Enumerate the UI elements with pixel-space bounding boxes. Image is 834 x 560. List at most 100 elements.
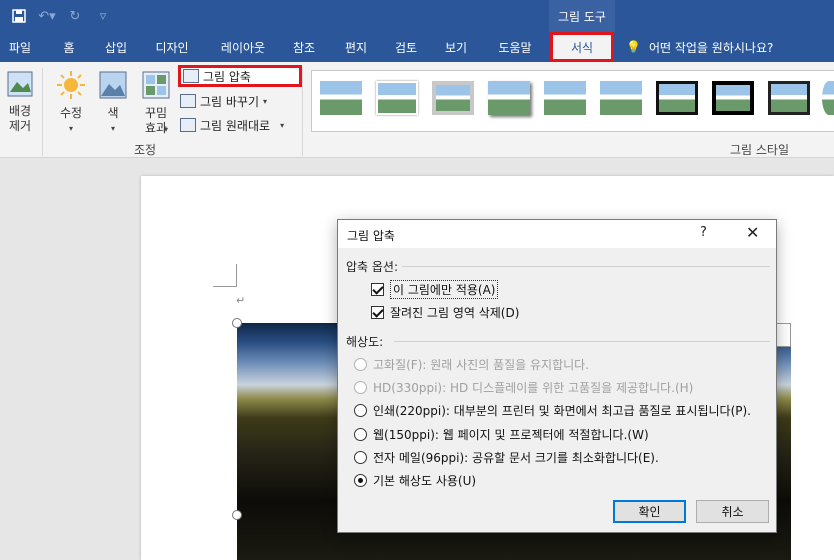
radio-default-resolution-label: 기본 해상도 사용(U) <box>373 474 477 488</box>
lightbulb-icon: 💡 <box>626 40 641 54</box>
tab-references[interactable]: 참조 <box>284 32 324 62</box>
compress-pictures-button[interactable]: 그림 압축 <box>178 65 302 87</box>
resize-handle[interactable] <box>232 510 242 520</box>
resize-handle[interactable] <box>232 318 242 328</box>
radio-icon <box>354 381 367 394</box>
customize-qat-icon[interactable]: ▿ <box>92 6 114 26</box>
help-button[interactable]: ? <box>700 225 707 240</box>
ribbon: 배경 제거 수정 ▾ 색 ▾ 꾸밈 효과 ▾ 그림 압축 그림 바꾸기 ▾ 그림… <box>0 62 834 158</box>
margin-mark <box>236 264 237 287</box>
paragraph-mark-icon: ↵ <box>236 294 246 307</box>
chevron-down-icon: ▾ <box>263 96 268 106</box>
resolution-label: 해상도: <box>346 335 384 349</box>
picture-style-4[interactable] <box>488 81 530 115</box>
radio-email-96-label: 전자 메일(96ppi): 공유할 문서 크기를 최소화합니다(E). <box>373 451 659 465</box>
compress-options-label: 압축 옵션: <box>346 260 399 274</box>
dialog-title: 그림 압축 <box>347 229 395 243</box>
save-icon[interactable] <box>8 6 30 26</box>
corrections-button[interactable]: 수정 ▾ <box>52 70 90 136</box>
artistic-effects-button[interactable]: 꾸밈 효과 <box>136 70 176 136</box>
picture-style-7[interactable] <box>656 81 698 115</box>
tell-me-text: 어떤 작업을 원하시나요? <box>648 40 774 55</box>
tab-view[interactable]: 보기 <box>436 32 476 62</box>
radio-icon <box>354 404 367 417</box>
radio-high-fidelity[interactable]: 고화질(F): 원래 사진의 품질을 유지합니다. <box>354 356 589 373</box>
close-icon[interactable]: ✕ <box>746 223 759 242</box>
compress-pictures-icon <box>183 69 199 83</box>
color-picture-icon <box>96 70 130 104</box>
picture-style-6[interactable] <box>600 81 642 115</box>
radio-hd-330-label: HD(330ppi): HD 디스플레이를 위한 고품질을 제공합니다.(H) <box>373 381 694 395</box>
chevron-down-icon: ▾ <box>280 120 285 130</box>
ribbon-tabs: 파일 홈 삽입 디자인 레이아웃 참조 편지 검토 보기 도움말 서식 💡 어떤… <box>0 32 834 62</box>
tab-insert[interactable]: 삽입 <box>96 32 136 62</box>
delete-cropped-label: 잘려진 그림 영역 삭제(D) <box>390 306 520 320</box>
radio-default-resolution[interactable]: 기본 해상도 사용(U) <box>354 472 476 489</box>
picture-style-3[interactable] <box>432 81 474 115</box>
radio-icon <box>354 451 367 464</box>
picture-style-5[interactable] <box>544 81 586 115</box>
picture-styles-gallery <box>311 70 834 132</box>
tab-format[interactable]: 서식 <box>550 32 614 62</box>
radio-selected-icon <box>354 474 367 487</box>
adjust-group-label: 조정 <box>134 143 157 157</box>
dialog-title-bar: 그림 압축 ? ✕ <box>338 220 776 248</box>
radio-print-220-label: 인쇄(220ppi): 대부분의 프린터 및 화면에서 최고급 품질로 표시됩니… <box>373 404 751 418</box>
color-button[interactable]: 색 ▾ <box>96 70 130 136</box>
change-picture-icon <box>180 94 196 108</box>
color-label: 색 <box>107 106 119 120</box>
radio-icon <box>354 358 367 371</box>
radio-icon <box>354 428 367 441</box>
picture-style-9[interactable] <box>768 81 810 115</box>
undo-icon[interactable]: ↶▾ <box>36 6 58 26</box>
reset-picture-button[interactable]: 그림 원래대로 ▾ <box>178 114 284 136</box>
redo-icon[interactable]: ↻ <box>64 6 86 26</box>
cancel-button[interactable]: 취소 <box>696 500 769 523</box>
compress-pictures-label: 그림 압축 <box>203 69 251 84</box>
tab-file[interactable]: 파일 <box>0 32 40 62</box>
margin-mark <box>213 286 237 287</box>
tab-review[interactable]: 검토 <box>386 32 426 62</box>
tell-me-box[interactable]: 💡 어떤 작업을 원하시나요? <box>626 32 773 62</box>
radio-email-96[interactable]: 전자 메일(96ppi): 공유할 문서 크기를 최소화합니다(E). <box>354 449 659 466</box>
corrections-label: 수정 <box>59 106 83 120</box>
chevron-down-icon: ▾ <box>164 125 169 134</box>
chevron-down-icon: ▾ <box>110 124 115 133</box>
picture-style-1[interactable] <box>320 81 362 115</box>
picture-style-2[interactable] <box>376 81 418 115</box>
title-bar: ↶▾ ↻ ▿ 그림 도구 <box>0 0 834 32</box>
apply-only-this-label: 이 그림에만 적용(A) <box>390 280 499 299</box>
remove-background-label: 배경 제거 <box>8 104 32 133</box>
change-picture-button[interactable]: 그림 바꾸기 ▾ <box>178 90 267 112</box>
sun-icon <box>52 70 90 104</box>
reset-picture-label: 그림 원래대로 <box>200 118 271 133</box>
divider <box>402 266 770 267</box>
radio-print-220[interactable]: 인쇄(220ppi): 대부분의 프린터 및 화면에서 최고급 품질로 표시됩니… <box>354 402 751 419</box>
tab-mailings[interactable]: 편지 <box>336 32 376 62</box>
artistic-effects-label: 꾸밈 효과 <box>144 106 168 135</box>
apply-only-this-checkbox[interactable]: 이 그림에만 적용(A) <box>371 280 499 299</box>
compress-pictures-dialog: 그림 압축 ? ✕ 압축 옵션: 이 그림에만 적용(A) 잘려진 그림 영역 … <box>337 219 777 533</box>
ok-button[interactable]: 확인 <box>613 500 686 523</box>
quick-access-toolbar: ↶▾ ↻ ▿ <box>8 6 114 26</box>
artistic-effects-icon <box>136 70 176 104</box>
reset-picture-icon <box>180 118 196 132</box>
delete-cropped-checkbox[interactable]: 잘려진 그림 영역 삭제(D) <box>371 304 519 321</box>
checkbox-checked-icon <box>371 283 384 296</box>
divider <box>394 341 770 342</box>
tab-layout[interactable]: 레이아웃 <box>210 32 276 62</box>
change-picture-label: 그림 바꾸기 <box>200 94 260 109</box>
picture-styles-group-label: 그림 스타일 <box>730 143 790 157</box>
checkbox-checked-icon <box>371 306 384 319</box>
radio-hd-330[interactable]: HD(330ppi): HD 디스플레이를 위한 고품질을 제공합니다.(H) <box>354 379 693 396</box>
picture-style-10[interactable] <box>822 81 834 115</box>
tab-help[interactable]: 도움말 <box>488 32 542 62</box>
remove-background-button[interactable]: 배경 제거 <box>2 70 38 134</box>
picture-style-8[interactable] <box>712 81 754 115</box>
remove-background-icon <box>2 70 38 102</box>
picture-tools-context-title: 그림 도구 <box>549 0 615 32</box>
tab-home[interactable]: 홈 <box>52 32 86 62</box>
radio-web-150[interactable]: 웹(150ppi): 웹 페이지 및 프로젝터에 적절합니다.(W) <box>354 426 649 443</box>
tab-design[interactable]: 디자인 <box>146 32 198 62</box>
radio-high-fidelity-label: 고화질(F): 원래 사진의 품질을 유지합니다. <box>373 358 590 372</box>
